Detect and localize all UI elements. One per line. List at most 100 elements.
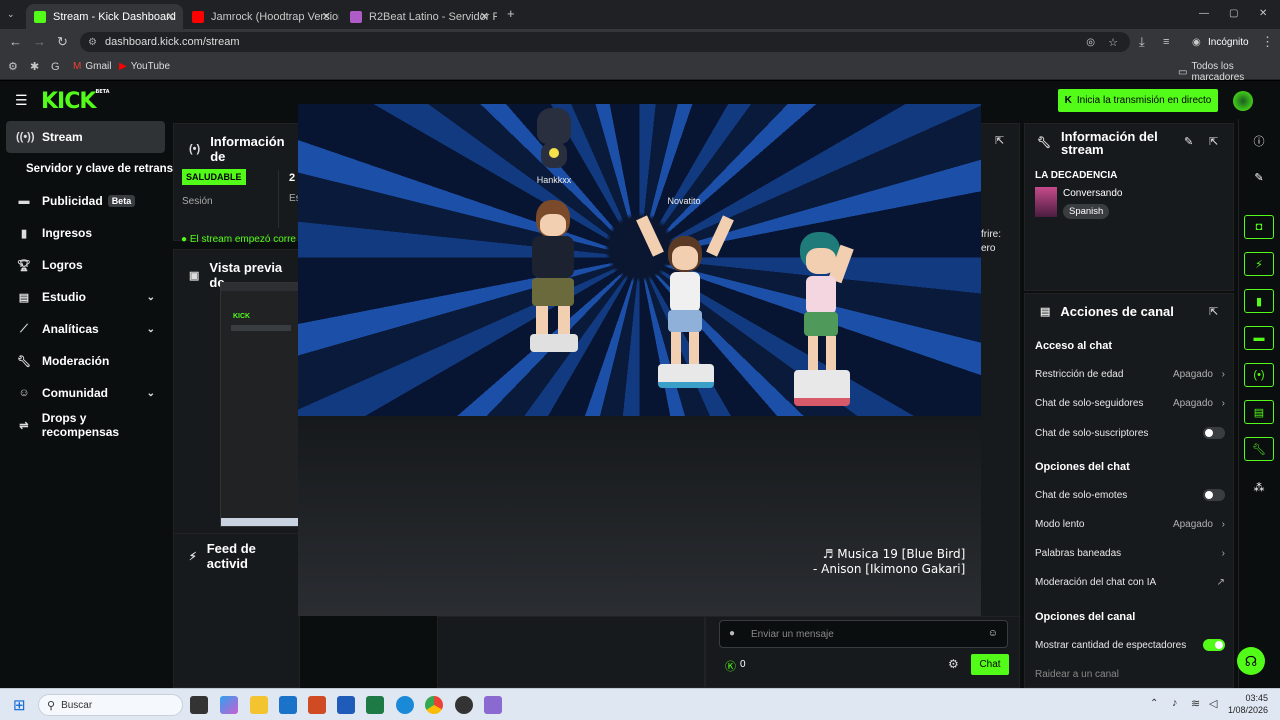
beta-badge: Beta	[107, 195, 136, 207]
followers-only-row[interactable]: Chat de solo-seguidores Apagado ›	[1035, 398, 1225, 409]
popout-icon[interactable]: ⇱	[1209, 135, 1218, 148]
wifi-icon[interactable]: ≋	[1191, 697, 1200, 710]
bolt-icon[interactable]: ⚡︎	[1244, 252, 1274, 276]
edit-icon[interactable]: ✎	[1184, 135, 1193, 148]
points-icon: Ⓚ	[725, 661, 736, 673]
bookmark-gmail[interactable]: M Gmail	[73, 61, 111, 72]
age-restriction-row[interactable]: Restricción de edad Apagado ›	[1035, 369, 1225, 380]
new-tab-icon[interactable]: +	[507, 7, 515, 21]
menu-icon[interactable]: ⋮	[1261, 35, 1274, 49]
eye-off-icon[interactable]: ◎	[1086, 37, 1095, 48]
chat-bubble-icon[interactable]: ▬	[1244, 326, 1274, 350]
chrome-incognito-icon[interactable]	[455, 696, 473, 714]
window-close-icon[interactable]: ✕	[1259, 7, 1267, 21]
sidebar-item-studio[interactable]: ▤ Estudio ⌄	[6, 281, 165, 313]
url-bar[interactable]: ⚙ dashboard.kick.com/stream ◎ ☆	[80, 32, 1130, 52]
tab-youtube[interactable]: Jamrock (Hoodtrap Version) - Y ✕	[184, 4, 339, 29]
popout-icon[interactable]: ⇱	[1209, 305, 1218, 318]
sidebar-item-ads[interactable]: ▬ Publicidad Beta	[6, 185, 165, 217]
popout-icon[interactable]: ⇱	[995, 134, 1004, 147]
wrench-icon[interactable]: 🔧︎	[1244, 437, 1274, 461]
bookmark-youtube[interactable]: ▶ YouTube	[119, 61, 170, 72]
excel-icon[interactable]	[366, 696, 384, 714]
file-explorer-icon[interactable]	[250, 696, 268, 714]
layout-icon[interactable]: ▤	[1244, 400, 1274, 424]
go-live-button[interactable]: K Inicia la transmisión en directo	[1058, 89, 1218, 112]
task-view-icon[interactable]	[190, 696, 208, 714]
back-icon[interactable]: ←	[9, 35, 22, 49]
close-icon[interactable]: ✕	[166, 10, 175, 23]
download-icon[interactable]: ⤓	[1139, 35, 1145, 49]
bookmark-label: Gmail	[85, 61, 112, 72]
ai-moderation-row[interactable]: Moderación del chat con IA ↗	[1035, 577, 1225, 588]
edit-icon[interactable]: ✎	[1244, 165, 1274, 189]
forward-icon[interactable]: →	[33, 35, 46, 49]
avatar[interactable]	[1233, 91, 1253, 111]
gear-icon[interactable]: ⚙	[948, 657, 959, 671]
tab-search-icon[interactable]: ⌄	[7, 7, 15, 21]
reload-icon[interactable]: ↻	[57, 35, 68, 49]
clock-time: 03:45	[1245, 693, 1268, 703]
hamburger-icon[interactable]: ☰	[15, 92, 28, 109]
info-icon[interactable]: ⓘ	[1244, 129, 1274, 153]
incognito-label[interactable]: Incógnito	[1208, 36, 1249, 50]
sidebar-item-server-key[interactable]: Servidor y clave de retransm	[6, 153, 173, 185]
game-window-overlay[interactable]: Hankkxx Novatito ♬ Musica 19 [Blue Bird]…	[298, 104, 981, 616]
close-icon[interactable]: ✕	[322, 10, 331, 23]
taskbar-search[interactable]: ⚲ Buscar	[38, 694, 183, 716]
store-icon[interactable]	[279, 696, 297, 714]
banned-words-row[interactable]: Palabras baneadas ›	[1035, 548, 1225, 559]
apps-icon[interactable]: ⁂	[1244, 475, 1274, 499]
game-app-icon[interactable]	[484, 696, 502, 714]
chrome-icon[interactable]	[425, 696, 443, 714]
broadcast-icon[interactable]: (•)	[1244, 363, 1274, 387]
star-icon[interactable]: ☆	[1108, 36, 1118, 49]
copilot-icon[interactable]	[220, 696, 238, 714]
powerpoint-icon[interactable]	[308, 696, 326, 714]
media-icon[interactable]: ≡	[1163, 35, 1169, 49]
external-link-icon: ↗	[1216, 577, 1225, 588]
site-info-icon[interactable]: ⚙	[88, 37, 97, 48]
microphone-icon[interactable]: ♪	[1172, 697, 1178, 709]
close-icon[interactable]: ✕	[480, 10, 489, 23]
chat-input[interactable]: ● Enviar un mensaje ☺	[719, 620, 1008, 648]
player-character	[524, 194, 584, 364]
sidebar-item-moderation[interactable]: 🔧︎ Moderación	[6, 345, 165, 377]
sidebar-item-achievements[interactable]: 🏆︎ Logros	[6, 249, 165, 281]
settings-icon[interactable]: ⚙	[8, 60, 18, 74]
clipboard-icon[interactable]: ▮	[1244, 289, 1274, 313]
extensions-icon[interactable]: ✱	[30, 60, 39, 74]
slow-mode-row[interactable]: Modo lento Apagado ›	[1035, 519, 1225, 530]
restore-icon[interactable]: ▢	[1229, 7, 1238, 21]
speaker-icon[interactable]: ◁	[1209, 697, 1217, 710]
points-count: 0	[740, 659, 746, 670]
kick-logo[interactable]: KICKBETA	[41, 89, 110, 114]
tab-r2beat[interactable]: R2Beat Latino - Servidor Privad ✕	[342, 4, 497, 29]
subs-only-toggle[interactable]	[1203, 427, 1225, 439]
google-icon[interactable]: G	[51, 60, 60, 74]
sidebar-item-revenue[interactable]: ▮ Ingresos	[6, 217, 165, 249]
panel-title: (•) Información de	[189, 134, 285, 164]
clock[interactable]: 03:45 1/08/2026	[1226, 692, 1268, 716]
word-icon[interactable]	[337, 696, 355, 714]
sidebar-item-community[interactable]: ☺ Comunidad ⌄	[6, 377, 165, 409]
partial-text: frire: ero	[981, 229, 1001, 254]
focus-icon[interactable]: ◘	[1244, 215, 1274, 239]
minimize-icon[interactable]: —	[1199, 7, 1209, 21]
stat-value: 2	[289, 172, 296, 184]
sidebar-item-analytics[interactable]: ⟋ Analíticas ⌄	[6, 313, 165, 345]
support-icon[interactable]: ☊	[1237, 647, 1265, 675]
tab-kick[interactable]: Stream - Kick Dashboard ✕	[26, 4, 183, 29]
emotes-only-toggle[interactable]	[1203, 489, 1225, 501]
check-icon: ●	[181, 234, 188, 245]
emoji-icon[interactable]: ☺	[988, 628, 998, 639]
chevron-up-icon[interactable]: ⌃	[1150, 698, 1158, 709]
all-bookmarks[interactable]: ▭ Todos los marcadores	[1178, 61, 1280, 83]
sidebar-item-stream[interactable]: ((•)) Stream	[6, 121, 165, 153]
chat-send-button[interactable]: Chat	[971, 654, 1009, 675]
raid-row[interactable]: Raidear a un canal	[1035, 669, 1225, 680]
show-viewers-toggle[interactable]	[1203, 639, 1225, 651]
edge-icon[interactable]	[396, 696, 414, 714]
sidebar-item-drops[interactable]: ⇌ Drops y recompensas	[6, 409, 165, 441]
windows-start-icon[interactable]: ⊞	[13, 696, 26, 714]
